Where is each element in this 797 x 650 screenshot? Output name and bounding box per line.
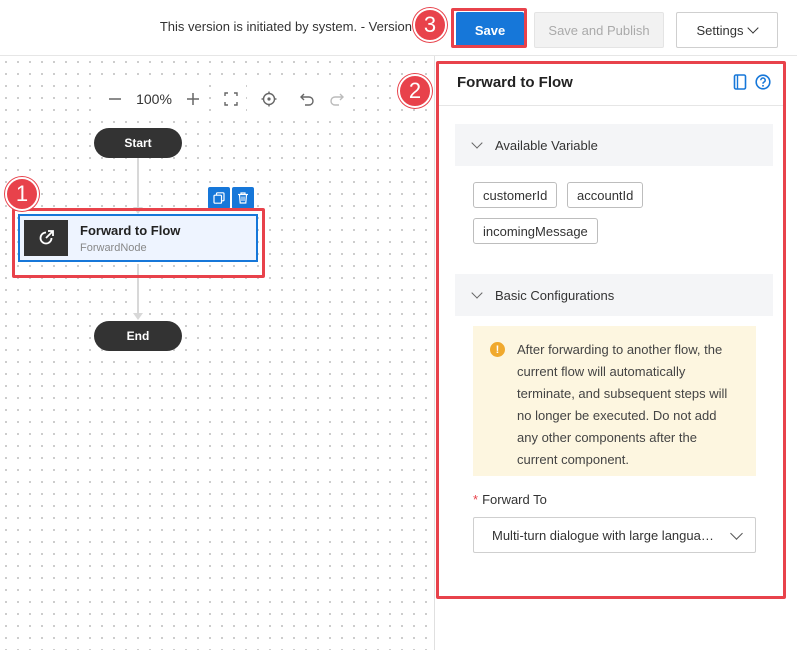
chevron-down-icon — [747, 22, 760, 34]
annotation-badge-3: 3 — [413, 8, 447, 42]
trash-icon — [238, 192, 248, 204]
panel-divider — [434, 56, 435, 650]
node-actions — [208, 187, 254, 209]
arrow-down-icon — [133, 313, 143, 320]
minus-icon — [109, 98, 121, 100]
crosshair-icon — [261, 91, 277, 107]
annotation-badge-2: 2 — [398, 74, 432, 108]
flow-canvas[interactable]: 100% Start Forward to Flow ForwardNode E… — [0, 56, 434, 650]
highlight-box-node — [12, 208, 265, 278]
delete-node-button[interactable] — [232, 187, 254, 209]
start-node[interactable]: Start — [94, 128, 182, 158]
settings-label: Settings — [696, 22, 744, 38]
highlight-box-save — [451, 8, 527, 48]
undo-icon — [300, 93, 314, 106]
redo-button[interactable] — [322, 84, 352, 114]
zoom-toolbar: 100% — [100, 83, 352, 115]
center-view-button[interactable] — [254, 84, 284, 114]
plus-icon — [187, 93, 199, 105]
connector-line — [137, 158, 139, 208]
save-and-publish-button[interactable]: Save and Publish — [534, 12, 664, 48]
redo-icon — [330, 93, 344, 106]
zoom-out-button[interactable] — [100, 84, 130, 114]
end-node[interactable]: End — [94, 321, 182, 351]
annotation-badge-1: 1 — [5, 177, 39, 211]
copy-node-button[interactable] — [208, 187, 230, 209]
settings-dropdown[interactable]: Settings — [676, 12, 778, 48]
top-toolbar: This version is initiated by system. - V… — [0, 0, 797, 56]
version-info: This version is initiated by system. - V… — [159, 19, 412, 34]
fullscreen-icon — [224, 92, 238, 106]
zoom-level: 100% — [130, 84, 178, 114]
fit-view-button[interactable] — [216, 84, 246, 114]
highlight-box-panel — [436, 61, 786, 599]
undo-button[interactable] — [292, 84, 322, 114]
zoom-in-button[interactable] — [178, 84, 208, 114]
copy-icon — [213, 192, 225, 204]
